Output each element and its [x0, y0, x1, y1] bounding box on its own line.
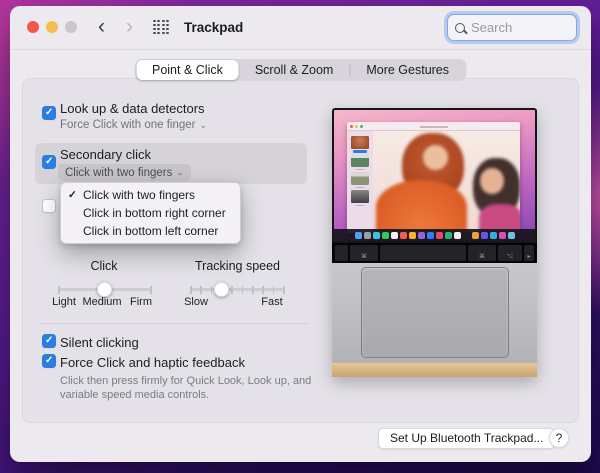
- back-chevron-icon[interactable]: ‹: [98, 14, 105, 40]
- photos-toolbar: [347, 122, 520, 131]
- hidden-checkbox[interactable]: [42, 199, 56, 213]
- lookup-option[interactable]: Force Click with one finger⌄: [60, 119, 207, 131]
- preferences-window: ‹ › Trackpad Search Point & Click Scroll…: [10, 6, 591, 462]
- laptop-screen: [332, 108, 537, 243]
- chevron-down-icon: ⌄: [176, 167, 184, 178]
- minimize-button-icon[interactable]: [46, 21, 58, 33]
- key-spacebar: [380, 245, 466, 261]
- tracking-label-slow: Slow: [180, 296, 212, 308]
- tracking-slider-title: Tracking speed: [190, 259, 285, 273]
- show-all-grid-icon[interactable]: [153, 20, 169, 34]
- tab-bar: Point & Click Scroll & Zoom More Gesture…: [135, 59, 466, 81]
- key-command-right: ⌘: [468, 245, 496, 261]
- click-slider-thumb[interactable]: [97, 282, 112, 297]
- secondary-click-label: Secondary click: [60, 147, 151, 162]
- zoom-button-icon: [65, 21, 77, 33]
- tracking-slider[interactable]: [190, 282, 283, 296]
- search-icon: [455, 23, 465, 33]
- key-partial: [335, 245, 348, 261]
- page-title: Trackpad: [184, 20, 243, 35]
- photos-app-window: [347, 122, 520, 233]
- key-option: ⌥: [498, 245, 522, 261]
- tab-more-gestures[interactable]: More Gestures: [350, 60, 465, 80]
- key-command-left: ⌘: [350, 245, 378, 261]
- click-slider[interactable]: [58, 282, 150, 296]
- keyboard-row: ⌘ ⌘ ⌥ ▸: [332, 243, 537, 263]
- trackpad-surface: [361, 267, 509, 358]
- thumbnail-mountains: [351, 154, 369, 167]
- menu-item-two-fingers[interactable]: ✓ Click with two fingers: [61, 186, 240, 204]
- thumbnail-group-photo: [351, 190, 369, 203]
- silent-clicking-label: Silent clicking: [60, 335, 139, 350]
- slider-track: [190, 288, 283, 291]
- secondary-click-option[interactable]: Click with two fingers⌄: [58, 164, 191, 181]
- photo-right-face: [480, 168, 504, 195]
- photos-sidebar: [347, 131, 373, 233]
- wooden-desk: [332, 363, 537, 377]
- section-divider: [40, 323, 308, 324]
- click-label-firm: Firm: [125, 296, 157, 308]
- photo-left-face: [423, 145, 448, 169]
- trackpad-demo-video: ⌘ ⌘ ⌥ ▸: [332, 108, 537, 377]
- thumbnail-portrait: [351, 136, 369, 149]
- menu-item-bottom-right[interactable]: Click in bottom right corner: [61, 204, 240, 222]
- tracking-label-fast: Fast: [258, 296, 286, 308]
- click-slider-title: Click: [69, 259, 139, 273]
- photo-two-people: [373, 131, 520, 233]
- force-click-label: Force Click and haptic feedback: [60, 355, 245, 370]
- click-label-medium: Medium: [80, 296, 124, 308]
- force-click-description: Click then press firmly for Quick Look, …: [60, 374, 318, 402]
- forward-chevron-icon[interactable]: ›: [126, 14, 133, 40]
- tracking-slider-thumb[interactable]: [214, 282, 229, 297]
- secondary-click-checkbox[interactable]: [42, 155, 56, 169]
- lookup-label: Look up & data detectors: [60, 101, 205, 116]
- search-input[interactable]: Search: [447, 14, 577, 41]
- photo-left-jacket: [376, 180, 467, 233]
- mini-zoom-icon: [360, 125, 363, 128]
- mini-minimize-icon: [355, 125, 358, 128]
- lookup-checkbox[interactable]: [42, 106, 56, 120]
- thumbnail-field: [351, 172, 369, 185]
- tab-point-and-click[interactable]: Point & Click: [136, 60, 239, 80]
- close-button-icon[interactable]: [27, 21, 39, 33]
- mini-close-icon: [350, 125, 353, 128]
- silent-clicking-checkbox[interactable]: [42, 334, 56, 348]
- force-click-checkbox[interactable]: [42, 354, 56, 368]
- help-button[interactable]: ?: [549, 428, 569, 448]
- tab-scroll-and-zoom[interactable]: Scroll & Zoom: [239, 60, 350, 80]
- checkmark-icon: ✓: [68, 186, 77, 204]
- secondary-click-menu: ✓ Click with two fingers Click in bottom…: [60, 182, 241, 244]
- click-label-light: Light: [46, 296, 82, 308]
- dock: [334, 229, 535, 241]
- search-placeholder: Search: [471, 20, 512, 35]
- titlebar: ‹ › Trackpad Search: [10, 6, 591, 50]
- setup-bluetooth-trackpad-button[interactable]: Set Up Bluetooth Trackpad...: [378, 428, 555, 449]
- laptop-body: [332, 263, 537, 363]
- menu-item-bottom-left[interactable]: Click in bottom left corner: [61, 222, 240, 240]
- chevron-down-icon: ⌄: [200, 120, 208, 130]
- mini-title-text: [420, 126, 448, 128]
- key-arrows: ▸: [524, 245, 534, 261]
